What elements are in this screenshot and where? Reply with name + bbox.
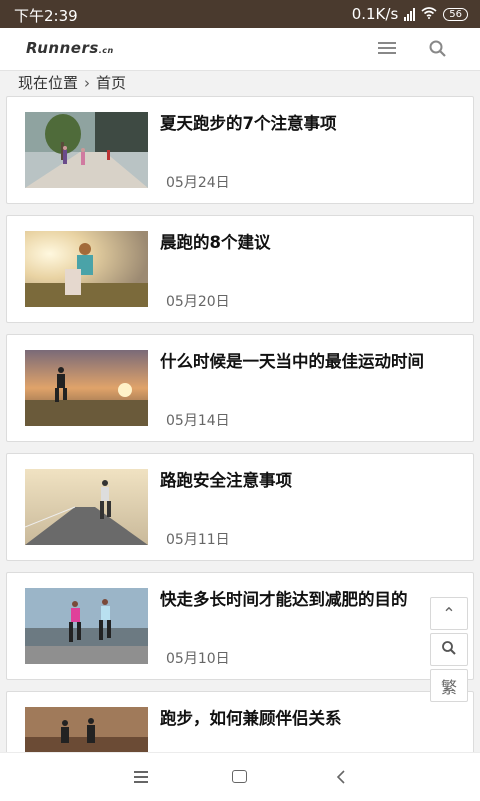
home-icon[interactable] bbox=[232, 770, 247, 783]
back-to-top-button[interactable]: ⌃ bbox=[430, 597, 468, 630]
float-search-button[interactable] bbox=[430, 633, 468, 666]
status-time: 下午2:39 bbox=[14, 7, 78, 25]
back-icon[interactable] bbox=[336, 769, 346, 784]
article-thumbnail bbox=[25, 469, 148, 545]
traditional-label: 繁 bbox=[440, 677, 457, 697]
breadcrumb-home-link[interactable]: 首页 bbox=[96, 74, 126, 92]
search-icon bbox=[441, 640, 457, 660]
article-title: 什么时候是一天当中的最佳运动时间 bbox=[160, 352, 424, 371]
article-title: 夏天跑步的7个注意事项 bbox=[160, 114, 337, 133]
article-title: 跑步，如何兼顾伴侣关系 bbox=[160, 709, 342, 728]
article-card[interactable]: 路跑安全注意事项 05月11日 bbox=[6, 453, 474, 561]
article-date: 05月24日 bbox=[166, 175, 230, 191]
article-card[interactable]: 什么时候是一天当中的最佳运动时间 05月14日 bbox=[6, 334, 474, 442]
article-title: 快走多长时间才能达到减肥的目的 bbox=[160, 590, 408, 609]
chevron-up-icon: ⌃ bbox=[442, 604, 456, 623]
breadcrumb-label: 现在位置 bbox=[18, 74, 79, 92]
wifi-icon bbox=[421, 5, 437, 23]
traditional-chinese-button[interactable]: 繁 bbox=[430, 669, 468, 702]
signal-icon bbox=[404, 7, 416, 21]
article-date: 05月14日 bbox=[166, 413, 230, 429]
system-nav-bar bbox=[0, 752, 480, 801]
article-date: 05月20日 bbox=[166, 294, 230, 310]
article-thumbnail bbox=[25, 231, 148, 307]
breadcrumb: 现在位置 › 首页 bbox=[18, 72, 126, 93]
logo-suffix: .cn bbox=[98, 46, 114, 55]
article-title: 路跑安全注意事项 bbox=[160, 471, 292, 490]
article-thumbnail bbox=[25, 588, 148, 664]
menu-icon[interactable] bbox=[378, 42, 396, 56]
battery-indicator: 56 bbox=[443, 7, 468, 21]
article-card[interactable]: 夏天跑步的7个注意事项 05月24日 bbox=[6, 96, 474, 204]
status-bar: 下午2:39 0.1K/s 56 bbox=[0, 0, 480, 28]
article-date: 05月10日 bbox=[166, 651, 230, 667]
article-date: 05月11日 bbox=[166, 532, 230, 548]
article-thumbnail bbox=[25, 112, 148, 188]
app-header: Runners.cn bbox=[0, 28, 480, 71]
breadcrumb-separator: › bbox=[84, 74, 91, 92]
article-card[interactable]: 晨跑的8个建议 05月20日 bbox=[6, 215, 474, 323]
article-title: 晨跑的8个建议 bbox=[160, 233, 271, 252]
net-speed: 0.1K/s bbox=[351, 5, 399, 23]
search-icon[interactable] bbox=[428, 39, 448, 59]
recent-apps-icon[interactable] bbox=[134, 771, 148, 786]
article-thumbnail bbox=[25, 350, 148, 426]
runners-logo[interactable]: Runners.cn bbox=[26, 39, 114, 57]
logo-main: Runners bbox=[26, 39, 99, 57]
article-card[interactable]: 快走多长时间才能达到减肥的目的 05月10日 bbox=[6, 572, 474, 680]
